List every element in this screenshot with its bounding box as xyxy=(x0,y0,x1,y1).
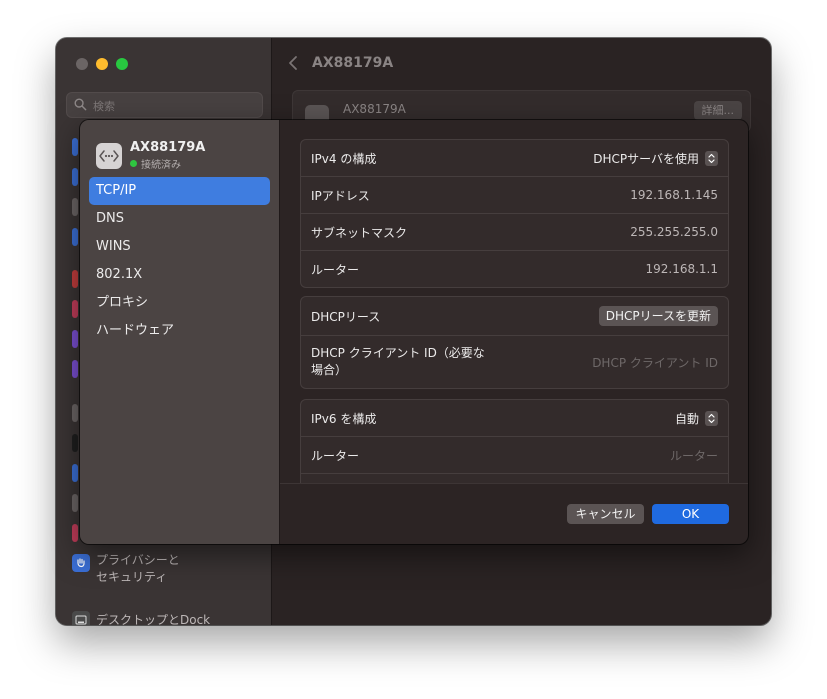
subnet-mask-label: サブネットマスク xyxy=(311,225,408,240)
hand-icon xyxy=(72,554,90,572)
sidebar-item-privacy[interactable]: プライバシーと セキュリティ xyxy=(72,553,180,586)
cancel-button[interactable]: キャンセル xyxy=(567,504,644,524)
router-row: ルーター 192.168.1.1 xyxy=(301,251,728,287)
chevron-updown-icon xyxy=(705,410,718,426)
sidebar-item-label: プライバシーと セキュリティ xyxy=(96,553,180,584)
router-label: ルーター xyxy=(311,262,360,277)
nav-item-tcpip[interactable]: TCP/IP xyxy=(89,177,270,205)
nav-item-wins[interactable]: WINS xyxy=(89,233,270,261)
ipv4-config-label: IPv4 の構成 xyxy=(311,151,377,166)
ip-address-value: 192.168.1.145 xyxy=(630,188,718,202)
dhcp-lease-label: DHCPリース xyxy=(311,309,381,324)
ipv6-config-label: IPv6 を構成 xyxy=(311,411,377,426)
dhcp-group: DHCPリース DHCPリースを更新 DHCP クライアント ID（必要な場合）… xyxy=(300,296,729,389)
sidebar-icon xyxy=(72,360,78,378)
sidebar-icon xyxy=(72,524,78,542)
ipv6-extra-row xyxy=(301,474,728,483)
nav-item-dns[interactable]: DNS xyxy=(89,205,270,233)
ip-address-row: IPアドレス 192.168.1.145 xyxy=(301,177,728,214)
ipv6-router-row: ルーター ルーター xyxy=(301,437,728,474)
search-field[interactable] xyxy=(66,92,263,118)
dialog-sidebar: AX88179A 接続済み TCP/IP DNS WINS 802.1X プロキ… xyxy=(80,120,280,544)
ipv6-router-label: ルーター xyxy=(311,448,360,463)
device-header: AX88179A 接続済み xyxy=(96,140,205,171)
dhcp-lease-row: DHCPリース DHCPリースを更新 xyxy=(301,297,728,336)
dhcp-client-id-label: DHCP クライアント ID（必要な場合） xyxy=(311,346,485,377)
minimize-window-button[interactable] xyxy=(96,58,108,70)
renew-dhcp-lease-button[interactable]: DHCPリースを更新 xyxy=(598,306,718,326)
nav-item-hardware[interactable]: ハードウェア xyxy=(89,317,270,345)
ipv6-config-value: 自動 xyxy=(674,411,699,426)
sidebar-icon xyxy=(72,330,78,348)
subnet-mask-value: 255.255.255.0 xyxy=(630,225,718,239)
dialog-nav: TCP/IP DNS WINS 802.1X プロキシ ハードウェア xyxy=(89,177,270,345)
close-window-button[interactable] xyxy=(76,58,88,70)
sidebar-icon xyxy=(72,434,78,452)
device-status: 接続済み xyxy=(130,156,205,171)
sidebar-icon xyxy=(72,270,78,288)
sidebar-icon xyxy=(72,300,78,318)
chevron-updown-icon xyxy=(705,150,718,166)
page-header: AX88179A xyxy=(288,55,393,71)
ipv6-config-row: IPv6 を構成 自動 xyxy=(301,400,728,437)
tcpip-pane: IPv4 の構成 DHCPサーバを使用 IPアドレス 192.168.1.145… xyxy=(280,120,748,483)
sidebar-icon xyxy=(72,168,78,186)
nav-item-8021x[interactable]: 802.1X xyxy=(89,261,270,289)
page-title: AX88179A xyxy=(312,55,394,71)
zoom-window-button[interactable] xyxy=(116,58,128,70)
nav-item-proxy[interactable]: プロキシ xyxy=(89,289,270,317)
status-dot-icon xyxy=(130,160,137,167)
subnet-mask-row: サブネットマスク 255.255.255.0 xyxy=(301,214,728,251)
router-value: 192.168.1.1 xyxy=(645,262,718,276)
ipv4-config-value: DHCPサーバを使用 xyxy=(593,151,699,166)
sidebar-icon xyxy=(72,464,78,482)
ipv4-config-popup[interactable]: DHCPサーバを使用 xyxy=(593,150,718,167)
dhcp-client-id-row: DHCP クライアント ID（必要な場合） DHCP クライアント ID xyxy=(301,336,728,388)
footer-divider xyxy=(280,483,748,484)
ip-address-label: IPアドレス xyxy=(311,188,370,203)
sidebar-item-desktop-dock[interactable]: デスクトップとDock xyxy=(72,611,210,625)
sidebar-icon xyxy=(72,198,78,216)
search-input[interactable] xyxy=(91,96,255,116)
chevron-left-icon[interactable] xyxy=(288,55,298,71)
search-icon xyxy=(74,98,87,111)
sidebar-icon xyxy=(72,228,78,246)
dhcp-client-id-input[interactable]: DHCP クライアント ID xyxy=(592,354,718,371)
ipv4-config-row: IPv4 の構成 DHCPサーバを使用 xyxy=(301,140,728,177)
device-card-name: AX88179A xyxy=(343,102,406,116)
sidebar-icon xyxy=(72,138,78,156)
network-details-dialog: AX88179A 接続済み TCP/IP DNS WINS 802.1X プロキ… xyxy=(80,120,748,544)
sidebar-item-label: デスクトップとDock xyxy=(96,613,211,625)
ipv6-group: IPv6 を構成 自動 ルーター ルーター xyxy=(300,399,729,483)
device-status-label: 接続済み xyxy=(141,160,181,171)
dock-icon xyxy=(72,611,90,625)
ethernet-icon xyxy=(96,142,122,169)
sidebar-icon xyxy=(72,404,78,422)
ipv6-router-input[interactable]: ルーター xyxy=(670,447,718,464)
device-name: AX88179A xyxy=(130,140,206,155)
ok-button[interactable]: OK xyxy=(652,504,729,524)
details-button[interactable]: 詳細... xyxy=(693,101,742,120)
ipv4-group: IPv4 の構成 DHCPサーバを使用 IPアドレス 192.168.1.145… xyxy=(300,139,729,288)
sidebar-icon xyxy=(72,494,78,512)
ipv6-config-popup[interactable]: 自動 xyxy=(675,410,718,427)
